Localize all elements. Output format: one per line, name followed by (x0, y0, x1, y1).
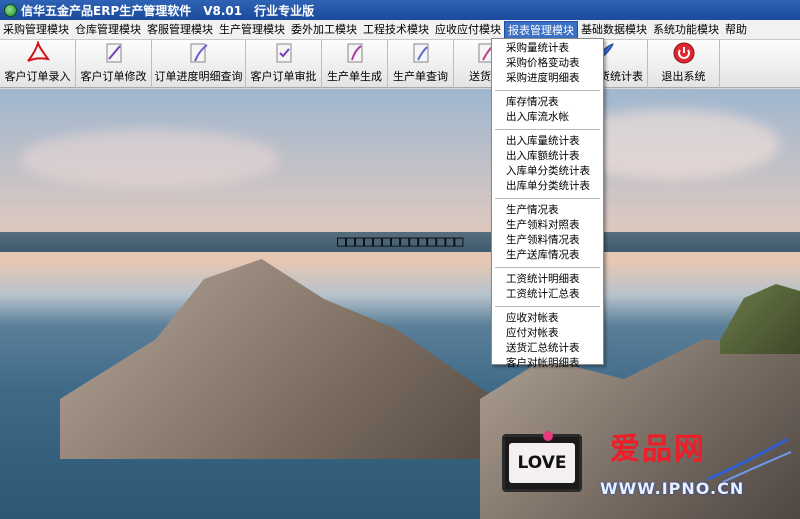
report-menu-item-5-1[interactable]: 应付对帐表 (492, 326, 603, 341)
report-menu-item-0-2[interactable]: 采购进度明细表 (492, 71, 603, 86)
report-menu-item-1-0[interactable]: 库存情况表 (492, 95, 603, 110)
edit-doc-icon (102, 41, 126, 65)
menu-4[interactable]: 委外加工模块 (288, 21, 360, 39)
pdf-icon (26, 41, 50, 65)
menu-1[interactable]: 仓库管理模块 (72, 21, 144, 39)
menu-separator (495, 267, 600, 268)
menu-10[interactable]: 帮助 (722, 21, 750, 39)
menu-7[interactable]: 报表管理模块 (504, 20, 578, 39)
menu-separator (495, 306, 600, 307)
menubar: 采购管理模块 仓库管理模块 客服管理模块 生产管理模块 委外加工模块 工程技术模块 应收应付… (0, 20, 800, 40)
report-menu-item-5-2[interactable]: 送货汇总统计表 (492, 341, 603, 356)
toolbar-button-9[interactable]: 退出系统 (648, 40, 720, 88)
brand-url: WWW.IPNO.CN (600, 479, 745, 498)
report-menu-item-1-1[interactable]: 出入库流水帐 (492, 110, 603, 125)
menu-separator (495, 198, 600, 199)
report-menu-item-0-0[interactable]: 采购量统计表 (492, 41, 603, 56)
generate-doc-icon (343, 41, 367, 65)
love-badge: LOVE (502, 431, 582, 492)
toolbar-label: 订单进度明细查询 (154, 70, 243, 83)
menu-3[interactable]: 生产管理模块 (216, 21, 288, 39)
menu-6[interactable]: 应收应付模块 (432, 21, 504, 39)
badge-hook-icon (543, 431, 553, 441)
toolbar-label: 客户订单审批 (250, 70, 317, 83)
menu-2[interactable]: 客服管理模块 (144, 21, 216, 39)
report-menu-dropdown: 采购量统计表 采购价格变动表 采购进度明细表 库存情况表 出入库流水帐 出入库量统计表 出入… (491, 38, 604, 369)
report-menu-item-2-2[interactable]: 入库单分类统计表 (492, 164, 603, 179)
toolbar-label: 生产单生成 (327, 70, 382, 83)
report-menu-item-2-1[interactable]: 出入库额统计表 (492, 149, 603, 164)
toolbar-button-4[interactable]: 生产单生成 (322, 40, 388, 88)
toolbar-button-5[interactable]: 生产单查询 (388, 40, 454, 88)
toolbar-label: 退出系统 (661, 70, 706, 83)
approve-doc-icon (272, 41, 296, 65)
brand-name: 爱品网 (610, 432, 706, 467)
report-menu-item-3-2[interactable]: 生产领料情况表 (492, 233, 603, 248)
feather-doc-icon (187, 41, 211, 65)
exit-icon (672, 41, 696, 65)
app-icon (4, 3, 17, 17)
toolbar-button-0[interactable]: 客户订单录入 (0, 40, 76, 88)
toolbar-button-3[interactable]: 客户订单审批 (246, 40, 322, 88)
toolbar: 客户订单录入客户订单修改订单进度明细查询客户订单审批生产单生成生产单查询送货单程… (0, 40, 800, 88)
watermark-logo: LOVE 爱品网 WWW.IPNO.CN (498, 424, 798, 519)
toolbar-label: 客户订单修改 (80, 70, 147, 83)
query-doc-icon (409, 41, 433, 65)
report-menu-item-3-1[interactable]: 生产领料对照表 (492, 218, 603, 233)
report-menu-item-0-1[interactable]: 采购价格变动表 (492, 56, 603, 71)
report-menu-item-4-1[interactable]: 工资统计汇总表 (492, 287, 603, 302)
window-titlebar: 信华五金产品ERP生产管理软件 V8.01 行业专业版 (0, 0, 800, 20)
report-menu-item-5-0[interactable]: 应收对帐表 (492, 311, 603, 326)
menu-9[interactable]: 系统功能模块 (650, 21, 722, 39)
love-text: LOVE (509, 443, 575, 483)
swoosh-icon (707, 437, 792, 483)
menu-5[interactable]: 工程技术模块 (360, 21, 432, 39)
toolbar-label: 生产单查询 (393, 70, 448, 83)
report-menu-item-5-3[interactable]: 客户对帐明细表 (492, 356, 603, 371)
menu-8[interactable]: 基础数据模块 (578, 21, 650, 39)
menu-0[interactable]: 采购管理模块 (0, 21, 72, 39)
report-menu-item-4-0[interactable]: 工资统计明细表 (492, 272, 603, 287)
toolbar-button-2[interactable]: 订单进度明细查询 (152, 40, 246, 88)
report-menu-item-2-0[interactable]: 出入库量统计表 (492, 134, 603, 149)
missing-glyph-text: □□□□□□□□□□□□□□ (337, 232, 464, 250)
window-title: 信华五金产品ERP生产管理软件 V8.01 行业专业版 (21, 3, 315, 18)
toolbar-button-1[interactable]: 客户订单修改 (76, 40, 152, 88)
menu-separator (495, 90, 600, 91)
toolbar-label: 客户订单录入 (4, 70, 71, 83)
report-menu-item-2-3[interactable]: 出库单分类统计表 (492, 179, 603, 194)
report-menu-item-3-0[interactable]: 生产情况表 (492, 203, 603, 218)
menu-separator (495, 129, 600, 130)
report-menu-item-3-3[interactable]: 生产送库情况表 (492, 248, 603, 263)
